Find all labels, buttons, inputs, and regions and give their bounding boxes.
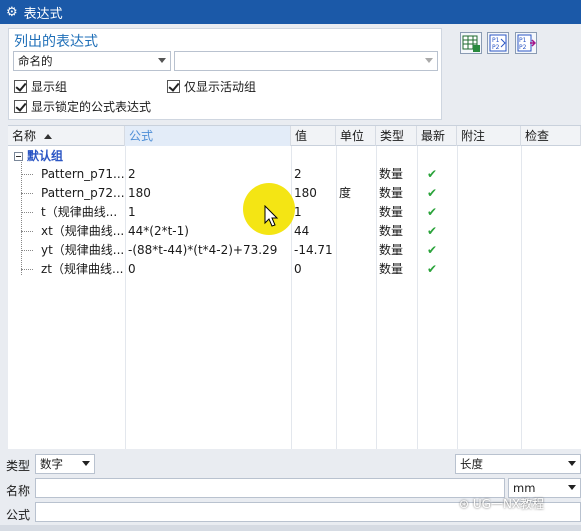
filter-text-select[interactable] — [174, 51, 438, 71]
row-unit: 度 — [339, 186, 352, 200]
table-header: 名称 公式 值 单位 类型 最新 附注 检查 — [8, 126, 581, 146]
name-label: 名称 — [6, 484, 31, 498]
chevron-down-icon — [568, 461, 576, 466]
row-unit — [336, 165, 376, 184]
row-value: 0 — [294, 262, 302, 276]
column-header-notes[interactable]: 附注 — [457, 126, 521, 146]
type-select[interactable]: 数字 — [35, 454, 95, 474]
sort-ascending-icon — [44, 134, 53, 139]
mouse-pointer-icon — [264, 205, 279, 227]
latest-check-icon: ✔ — [427, 224, 438, 238]
svg-text:P1: P1 — [519, 37, 527, 44]
row-type: 数量 — [379, 262, 404, 276]
spreadsheet-icon — [462, 35, 480, 52]
row-value: 1 — [294, 205, 302, 219]
column-header-check[interactable]: 检查 — [521, 126, 581, 146]
title-bar: ⚙ 表达式 — [0, 0, 581, 24]
row-name: t（规律曲线... — [41, 205, 118, 219]
chevron-down-icon — [158, 58, 166, 63]
chevron-down-icon — [82, 461, 90, 466]
listed-expressions-panel: 列出的表达式 命名的 显示组 仅显示活动组 显示锁定的公式表达式 — [8, 28, 442, 120]
row-type: 数量 — [379, 243, 404, 257]
table-row[interactable]: Pattern_p72... 180 180 度 数量 ✔ — [8, 184, 581, 203]
formula-label: 公式 — [6, 508, 31, 522]
column-header-unit[interactable]: 单位 — [336, 126, 376, 146]
latest-check-icon: ✔ — [427, 167, 438, 181]
row-value: -14.71 — [294, 243, 333, 257]
dimension-select[interactable]: 长度 — [455, 454, 581, 474]
unit-select-value: mm — [513, 481, 536, 495]
row-unit — [336, 260, 376, 279]
chevron-down-icon — [568, 485, 576, 490]
gear-icon[interactable]: ⚙ — [6, 5, 18, 20]
filter-select[interactable]: 命名的 — [13, 51, 171, 71]
show-locked-formula-checkbox[interactable]: 显示锁定的公式表达式 — [14, 98, 151, 115]
dimension-select-value: 长度 — [460, 457, 483, 471]
latest-check-icon: ✔ — [427, 186, 438, 200]
type-label: 类型 — [6, 459, 31, 473]
expression-editor: 类型 数字 长度 名称 mm 公式 — [0, 450, 581, 531]
svg-text:P1: P1 — [492, 37, 500, 44]
chat-bubble-icon: ⊛ — [459, 497, 473, 511]
column-header-name[interactable]: 名称 — [8, 126, 125, 146]
expressions-table: 名称 公式 值 单位 类型 最新 附注 检查 默认组 Pattern_p71..… — [8, 125, 581, 449]
checkbox-label: 显示组 — [31, 80, 68, 94]
row-type: 数量 — [379, 205, 404, 219]
row-name: yt（规律曲线... — [41, 243, 125, 257]
latest-check-icon: ✔ — [427, 262, 438, 276]
row-formula: -(88*t-44)*(t*4-2)+73.29 — [128, 243, 278, 257]
table-row[interactable]: yt（规律曲线... -(88*t-44)*(t*4-2)+73.29 -14.… — [8, 241, 581, 260]
column-header-formula[interactable]: 公式 — [125, 126, 291, 146]
parameters-icon: P1 P2 — [489, 34, 507, 52]
table-row[interactable]: xt（规律曲线... 44*(2*t-1) 44 数量 ✔ — [8, 222, 581, 241]
table-row[interactable]: Pattern_p71... 2 2 数量 ✔ — [8, 165, 581, 184]
checkbox-label: 仅显示活动组 — [184, 80, 257, 94]
group-row[interactable]: 默认组 — [8, 147, 581, 166]
group-name: 默认组 — [27, 149, 64, 163]
checkbox-icon — [14, 100, 27, 113]
parameters-arrow-icon: P1 P2 — [517, 34, 537, 52]
column-header-value[interactable]: 值 — [291, 126, 336, 146]
latest-check-icon: ✔ — [427, 205, 438, 219]
table-row[interactable]: zt（规律曲线... 0 0 数量 ✔ — [8, 260, 581, 279]
row-unit — [336, 203, 376, 222]
export-spreadsheet-button[interactable] — [460, 32, 482, 54]
toolbar-strip — [0, 525, 581, 531]
row-name: zt（规律曲线... — [41, 262, 124, 276]
column-header-latest[interactable]: 最新 — [417, 126, 457, 146]
parameters-export-button[interactable]: P1 P2 — [515, 32, 537, 54]
chevron-down-icon — [425, 58, 433, 63]
name-field[interactable] — [35, 478, 505, 498]
row-name: Pattern_p71... — [41, 167, 125, 181]
svg-text:P2: P2 — [492, 44, 500, 51]
row-name: Pattern_p72... — [41, 186, 125, 200]
latest-check-icon: ✔ — [427, 243, 438, 257]
column-label: 名称 — [12, 129, 37, 143]
row-type: 数量 — [379, 224, 404, 238]
type-select-value: 数字 — [40, 457, 63, 471]
row-name: xt（规律曲线... — [41, 224, 125, 238]
show-active-groups-only-checkbox[interactable]: 仅显示活动组 — [167, 78, 256, 95]
row-value: 2 — [294, 167, 302, 181]
parameters-swap-button[interactable]: P1 P2 — [487, 32, 509, 54]
row-value: 180 — [294, 186, 317, 200]
watermark-text: UG一NX教程 — [472, 497, 545, 511]
row-type: 数量 — [379, 186, 404, 200]
row-value: 44 — [294, 224, 310, 238]
watermark: ⊛ UG一NX教程 — [459, 495, 544, 512]
row-unit — [336, 222, 376, 241]
checkbox-icon — [14, 80, 27, 93]
show-groups-checkbox[interactable]: 显示组 — [14, 78, 67, 95]
row-formula: 2 — [128, 167, 136, 181]
window-title: 表达式 — [23, 6, 63, 22]
filter-select-value: 命名的 — [18, 54, 53, 68]
checkbox-icon — [167, 80, 180, 93]
row-type: 数量 — [379, 167, 404, 181]
panel-title: 列出的表达式 — [14, 34, 98, 50]
column-header-type[interactable]: 类型 — [376, 126, 417, 146]
row-unit — [336, 241, 376, 260]
row-formula: 0 — [128, 262, 136, 276]
checkbox-label: 显示锁定的公式表达式 — [31, 100, 152, 114]
svg-text:P2: P2 — [519, 44, 527, 51]
